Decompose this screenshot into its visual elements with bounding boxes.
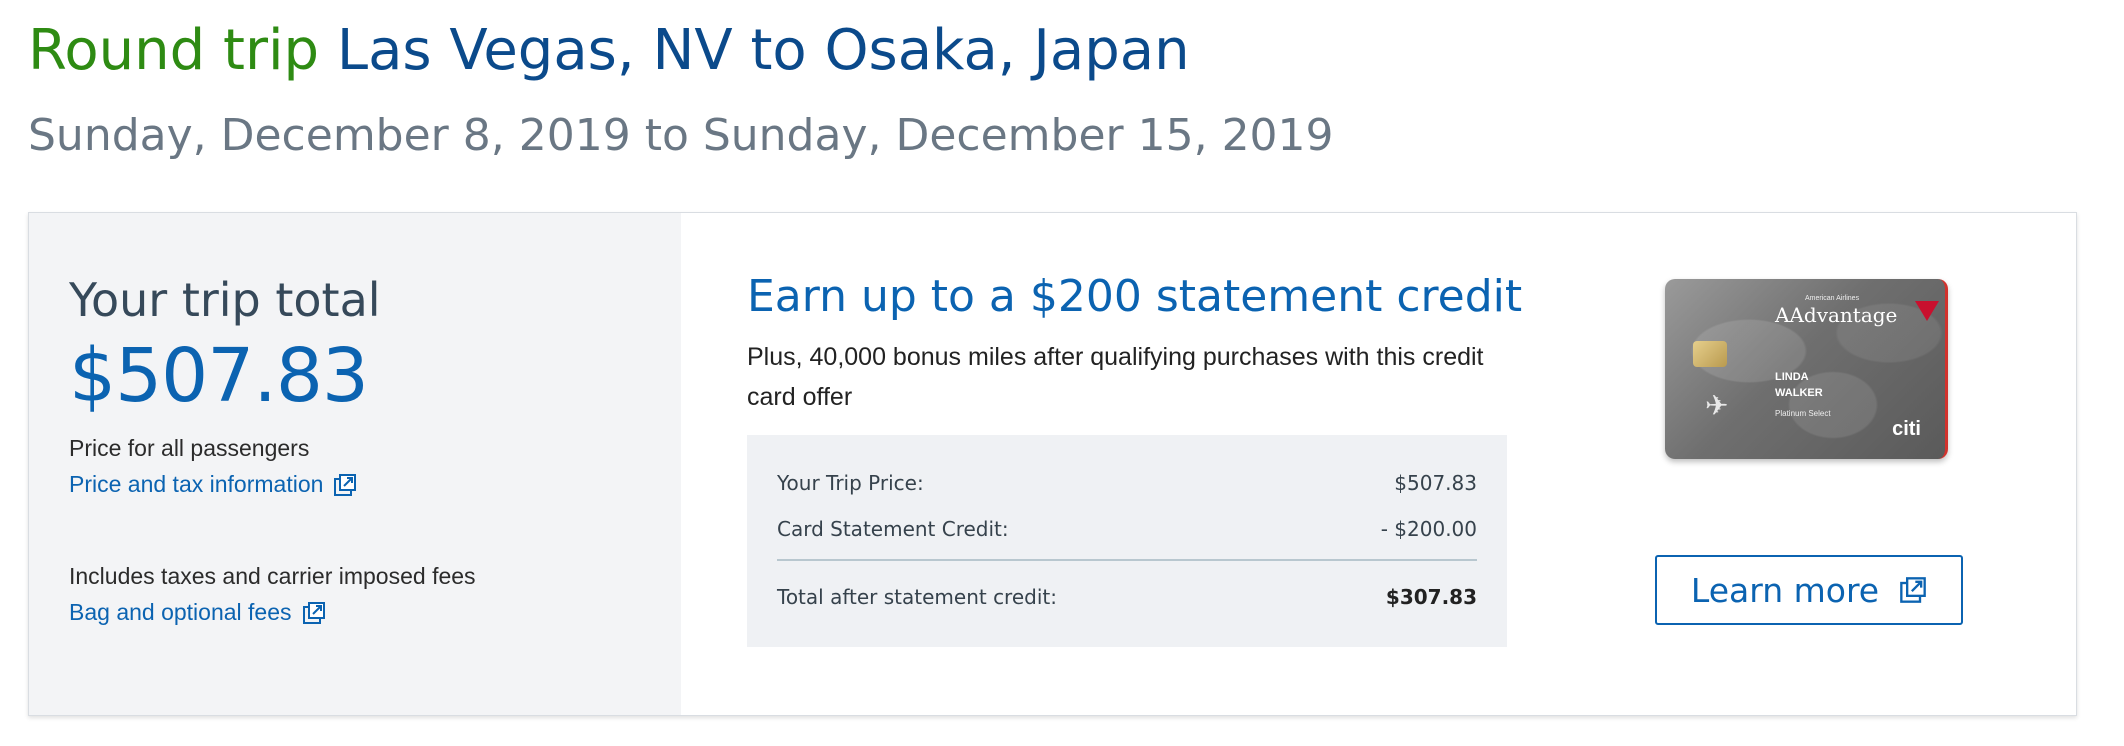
page-header: Round trip Las Vegas, NV to Osaka, Japan… (28, 14, 1334, 164)
price-breakdown: Your Trip Price: $507.83 Card Statement … (747, 435, 1507, 647)
learn-more-button[interactable]: Learn more (1655, 555, 1963, 625)
offer-title: Earn up to a $200 statement credit (747, 271, 1523, 322)
card-chip-icon (1693, 341, 1727, 367)
card-brand: AAdvantage (1775, 303, 1898, 327)
bag-fees-link[interactable]: Bag and optional fees (69, 599, 326, 626)
price-row-value: - $200.00 (1380, 517, 1477, 541)
airline-flag-icon (1915, 301, 1939, 321)
price-row-value: $307.83 (1385, 585, 1477, 609)
bag-fees-label: Bag and optional fees (69, 599, 292, 625)
price-tax-info-label: Price and tax information (69, 471, 324, 497)
credit-card-image: American Airlines AAdvantage LINDA WALKE… (1665, 279, 1948, 459)
trip-summary-panel: Your trip total $507.83 Price for all pa… (28, 212, 2077, 716)
price-divider (777, 559, 1477, 561)
card-holder-first: LINDA (1775, 371, 1809, 383)
trip-total-label: Your trip total (69, 273, 381, 327)
page-title: Round trip Las Vegas, NV to Osaka, Japan (28, 14, 1334, 88)
trip-total-pane: Your trip total $507.83 Price for all pa… (29, 213, 681, 715)
learn-more-label: Learn more (1690, 570, 1880, 610)
price-row-trip: Your Trip Price: $507.83 (777, 471, 1477, 495)
card-issuer-line: American Airlines (1805, 295, 1860, 302)
card-holder-last: WALKER (1775, 387, 1823, 399)
airplane-icon: ✈ (1705, 390, 1729, 421)
price-tax-info-link[interactable]: Price and tax information (69, 471, 357, 498)
fees-note: Includes taxes and carrier imposed fees (69, 563, 476, 589)
price-row-value: $507.83 (1394, 471, 1477, 495)
card-holder: LINDA WALKER (1775, 369, 1823, 401)
external-link-icon (302, 601, 325, 624)
card-issuer: citi (1892, 418, 1921, 440)
external-link-icon (1900, 577, 1926, 603)
price-row-total: Total after statement credit: $307.83 (777, 585, 1477, 609)
trip-dates: Sunday, December 8, 2019 to Sunday, Dece… (28, 110, 1334, 161)
price-row-label: Total after statement credit: (777, 585, 1057, 609)
trip-route: Las Vegas, NV to Osaka, Japan (336, 18, 1190, 83)
price-row-label: Your Trip Price: (777, 471, 924, 495)
price-row-credit: Card Statement Credit: - $200.00 (777, 517, 1477, 541)
external-link-icon (334, 473, 357, 496)
offer-description: Plus, 40,000 bonus miles after qualifyin… (747, 343, 1484, 411)
trip-type: Round trip (28, 18, 320, 83)
price-note: Price for all passengers (69, 435, 310, 461)
card-tier: Platinum Select (1775, 409, 1831, 418)
trip-total-amount: $507.83 (69, 333, 369, 419)
price-row-label: Card Statement Credit: (777, 517, 1009, 541)
